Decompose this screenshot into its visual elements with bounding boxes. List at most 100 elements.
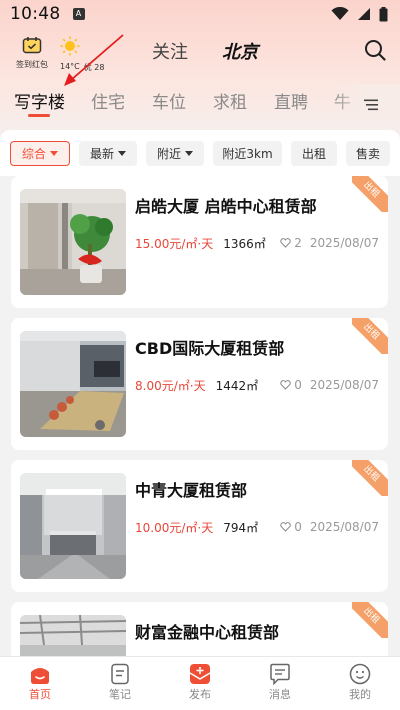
nav-home-label: 首页 (29, 688, 51, 701)
tab-follow[interactable]: 关注 (152, 38, 188, 64)
listing-card[interactable]: 启皓大厦 启皓中心租赁部 15.00元/㎡·天 1366㎡ 2 2025/08/… (11, 176, 388, 308)
menu-icon (364, 99, 378, 111)
listing-card[interactable]: 财富金融中心租赁部 出租 (11, 602, 388, 656)
likes-count: 0 (294, 520, 302, 534)
weather-widget[interactable]: 14°C 优 28 (60, 36, 110, 73)
filter-sale[interactable]: 售卖 (346, 141, 390, 166)
category-tab-residential[interactable]: 住宅 (91, 88, 125, 113)
nav-profile[interactable]: 我的 (330, 663, 390, 702)
filter-label: 综合 (21, 147, 46, 161)
likes-button[interactable]: 0 (280, 520, 302, 534)
category-tab-parking[interactable]: 车位 (152, 88, 186, 113)
listing-photo (20, 473, 126, 579)
sun-icon (60, 36, 80, 56)
home-icon (31, 668, 49, 684)
listing-date: 2025/08/07 (309, 378, 379, 392)
listing-price: 10.00元/㎡·天 (135, 520, 214, 535)
listing-date: 2025/08/07 (309, 236, 379, 250)
nav-notes[interactable]: 笔记 (90, 663, 150, 702)
listing-area: 1366㎡ (223, 236, 266, 251)
filter-label: 售卖 (355, 147, 380, 161)
filter-label: 最新 (89, 147, 114, 161)
bottom-navigation: 首页 笔记 发布 消息 我的 (0, 656, 400, 710)
listing-price: 8.00元/㎡·天 (135, 378, 206, 393)
listing-meta: 8.00元/㎡·天 1442㎡ 0 2025/08/07 (135, 377, 379, 393)
battery-icon (379, 6, 388, 21)
filter-label: 出租 (301, 147, 326, 161)
publish-icon (189, 664, 211, 684)
weather-air-quality: 优 28 (83, 63, 105, 72)
status-bar: 10:48 A (0, 0, 400, 28)
active-tab-indicator (28, 114, 50, 117)
filter-label: 附近 (156, 147, 181, 161)
rent-ribbon-label: 出租 (352, 460, 388, 496)
listing-title: CBD国际大厦租赁部 (135, 339, 285, 358)
listing-photo (20, 189, 126, 295)
likes-count: 0 (294, 378, 302, 392)
filter-latest[interactable]: 最新 (79, 141, 137, 166)
listing-title: 财富金融中心租赁部 (135, 623, 280, 642)
chevron-down-icon (185, 151, 193, 156)
filter-label: 附近3km (222, 147, 273, 161)
listing-meta: 15.00元/㎡·天 1366㎡ 2 2025/08/07 (135, 235, 379, 251)
listing-card[interactable]: CBD国际大厦租赁部 8.00元/㎡·天 1442㎡ 0 2025/08/07 … (11, 318, 388, 450)
heart-icon (280, 380, 291, 390)
listing-area: 794㎡ (223, 520, 259, 535)
category-tab-hiring[interactable]: 直聘 (274, 88, 308, 113)
nav-publish-label: 发布 (189, 688, 211, 701)
heart-icon (280, 238, 291, 248)
nav-notes-label: 笔记 (109, 688, 131, 701)
listing-title: 中青大厦租赁部 (135, 481, 248, 500)
rent-ribbon-label: 出租 (352, 318, 388, 354)
listing-photo (20, 331, 126, 437)
status-indicators (331, 6, 388, 22)
rent-ribbon: 出租 (352, 602, 388, 638)
filter-comprehensive[interactable]: 综合 (10, 141, 70, 166)
cellular-signal-icon (358, 8, 370, 20)
heart-icon (280, 522, 291, 532)
listing-card[interactable]: 中青大厦租赁部 10.00元/㎡·天 794㎡ 0 2025/08/07 出租 (11, 460, 388, 592)
rent-ribbon-label: 出租 (352, 176, 388, 212)
nav-profile-label: 我的 (349, 688, 371, 701)
nav-messages-label: 消息 (269, 688, 291, 701)
category-tab-wanted[interactable]: 求租 (213, 88, 247, 113)
checkin-label: 签到红包 (16, 60, 48, 69)
filter-nearby[interactable]: 附近 (146, 141, 204, 166)
filter-nearby-3km[interactable]: 附近3km (213, 141, 282, 166)
category-tab-office[interactable]: 写字楼 (14, 88, 65, 113)
message-icon (270, 663, 290, 685)
status-time: 10:48 (10, 4, 61, 24)
filter-bar: 综合 最新 附近 附近3km 出租 售卖 (0, 130, 400, 176)
wifi-icon (331, 7, 349, 20)
listing-date: 2025/08/07 (309, 520, 379, 534)
top-header: 签到红包 14°C 优 28 关注 北京 (0, 30, 400, 75)
nav-publish[interactable]: 发布 (170, 663, 230, 702)
calendar-icon (22, 37, 42, 54)
filter-rent[interactable]: 出租 (291, 141, 337, 166)
likes-button[interactable]: 2 (280, 236, 302, 250)
listing-area: 1442㎡ (215, 378, 259, 393)
likes-count: 2 (294, 236, 302, 250)
nav-messages[interactable]: 消息 (250, 663, 310, 702)
listing-photo (20, 615, 126, 656)
category-menu-button[interactable] (364, 96, 378, 115)
rent-ribbon-label: 出租 (352, 602, 388, 638)
rent-ribbon: 出租 (352, 176, 388, 212)
weather-temperature: 14°C (60, 62, 80, 71)
tab-city-beijing[interactable]: 北京 (222, 38, 258, 64)
listing-title: 启皓大厦 启皓中心租赁部 (135, 197, 317, 216)
checkin-red-packet-button[interactable]: 签到红包 (12, 36, 52, 70)
profile-icon (349, 663, 371, 685)
search-button[interactable] (364, 39, 386, 65)
likes-button[interactable]: 0 (280, 378, 302, 392)
listing-price: 15.00元/㎡·天 (135, 236, 214, 251)
rent-ribbon: 出租 (352, 460, 388, 496)
rent-ribbon: 出租 (352, 318, 388, 354)
category-tabs: 写字楼 住宅 车位 求租 直聘 牛 (0, 84, 400, 120)
listing-list: 启皓大厦 启皓中心租赁部 15.00元/㎡·天 1366㎡ 2 2025/08/… (0, 176, 400, 656)
chevron-down-icon (50, 151, 58, 156)
app-notification-icon: A (72, 8, 85, 20)
nav-home[interactable]: 首页 (10, 663, 70, 702)
listing-meta: 10.00元/㎡·天 794㎡ 0 2025/08/07 (135, 519, 379, 535)
note-icon (111, 663, 129, 685)
